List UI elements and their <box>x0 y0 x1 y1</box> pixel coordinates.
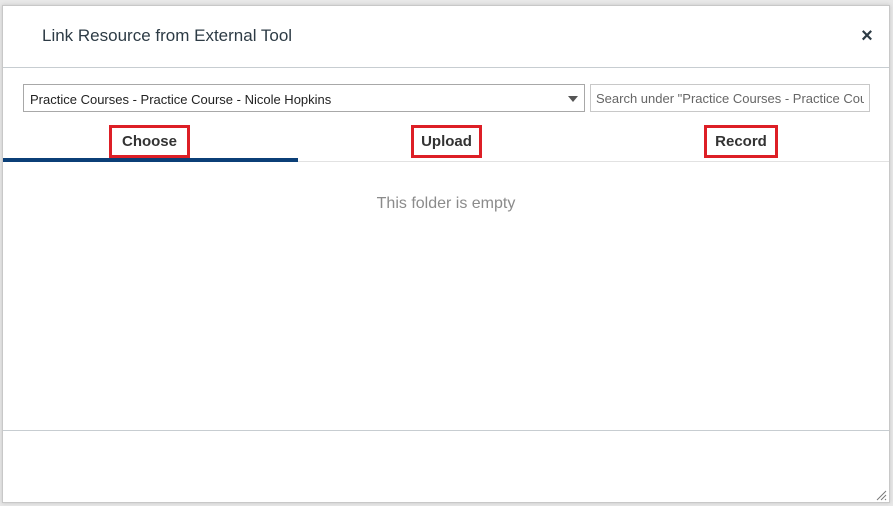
dialog-footer <box>3 432 889 502</box>
resize-handle-icon[interactable] <box>875 488 887 501</box>
tab-upload[interactable]: Upload <box>298 122 593 162</box>
tab-record[interactable]: Record <box>593 122 888 162</box>
close-icon[interactable]: × <box>859 26 875 46</box>
tab-choose[interactable]: Choose <box>3 122 298 162</box>
file-list-area: This folder is empty <box>3 163 889 431</box>
tab-upload-label: Upload <box>411 125 482 158</box>
empty-folder-message: This folder is empty <box>376 195 516 212</box>
folder-select-value: Practice Courses - Practice Course - Nic… <box>30 92 332 107</box>
folder-select[interactable]: Practice Courses - Practice Course - Nic… <box>23 84 585 112</box>
tab-bar: Choose Upload Record <box>3 122 889 162</box>
dialog-title: Link Resource from External Tool <box>42 26 293 45</box>
chevron-down-icon <box>568 96 578 102</box>
link-resource-dialog: Link Resource from External Tool × Pract… <box>2 5 890 503</box>
dialog-header: Link Resource from External Tool × <box>3 6 889 68</box>
tab-record-label: Record <box>704 125 778 158</box>
tab-choose-label: Choose <box>109 125 190 158</box>
search-input[interactable] <box>590 84 870 112</box>
